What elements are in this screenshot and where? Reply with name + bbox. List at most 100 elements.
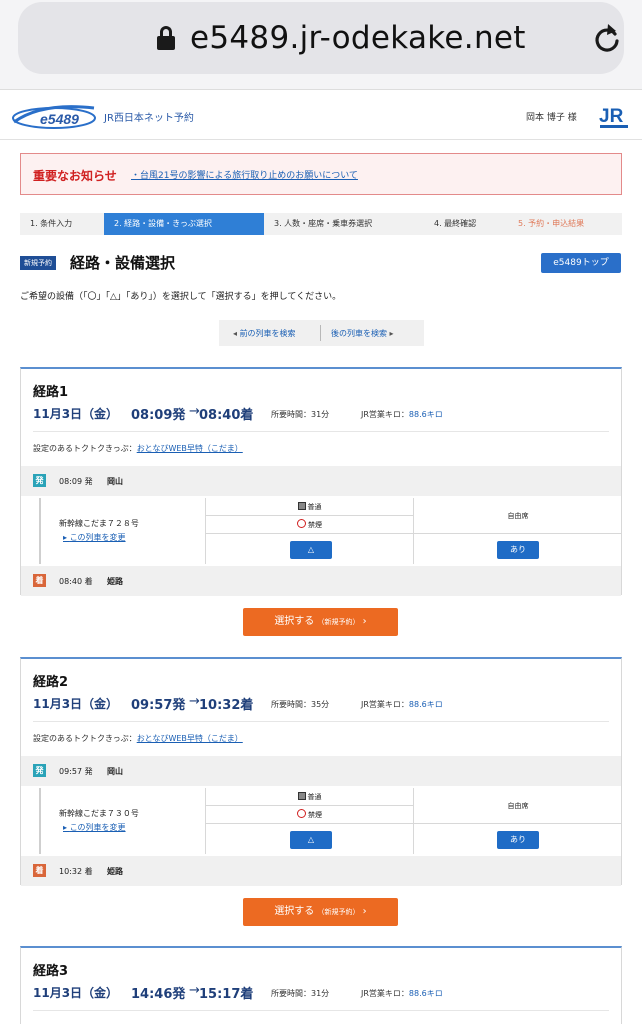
- divider: [33, 721, 609, 722]
- reserved-seat-cell: △: [206, 534, 414, 564]
- route-duration: 所要時間：31分: [271, 410, 330, 419]
- arrival-station: 姫路: [107, 867, 123, 876]
- departure-station-row: 発 08:09 発 岡山: [21, 466, 621, 496]
- route-card: 経路2 11月3日（金） 09:57発 → 10:32着 所要時間：35分 JR…: [20, 657, 622, 886]
- select-route-1-button[interactable]: 選択する （新規予約） ›: [243, 608, 398, 636]
- important-notice: 重要なお知らせ ・台風21号の影響による旅行取り止めのお願いについて: [20, 153, 622, 195]
- notice-link[interactable]: ・台風21号の影響による旅行取り止めのお願いについて: [131, 168, 358, 181]
- jr-logo[interactable]: JR: [598, 102, 630, 130]
- divider: [33, 1010, 609, 1011]
- no-smoking-icon: [297, 519, 306, 528]
- ordinary-car-icon: [297, 792, 306, 800]
- route-duration: 所要時間：31分: [271, 989, 330, 998]
- arrival-time: 10:32 着: [59, 867, 93, 876]
- route-arrival-time: 15:17着: [199, 987, 254, 1002]
- route-date: 11月3日（金）: [33, 407, 119, 421]
- route-name: 経路1: [33, 385, 69, 400]
- page-title: 経路・設備選択: [70, 254, 176, 272]
- step-route-select: 2. 経路・設備・きっぷ選択: [104, 213, 264, 235]
- non-reserved-label: 自由席: [414, 498, 622, 534]
- non-reserved-cell: あり: [414, 534, 622, 564]
- discount-ticket: 設定のあるトクトクきっぷ：おとなびWEB早特（こだま）: [33, 734, 243, 743]
- train-name: 新幹線こだま７２８号: [59, 519, 139, 528]
- svg-text:JR: JR: [599, 106, 624, 127]
- departure-station: 岡山: [107, 477, 123, 486]
- departure-station-row: 発 09:57 発 岡山: [21, 756, 621, 786]
- train-row: 新幹線こだま７３０号 ▸ この列車を変更 普通 禁煙 △ 自由席 あり: [21, 788, 622, 854]
- arrival-station: 姫路: [107, 577, 123, 586]
- route-line: [39, 498, 41, 564]
- lock-icon: [157, 26, 175, 50]
- instruction-text: ご希望の設備（「〇」「△」「あり」）を選択して「選択する」を押してください。: [20, 292, 342, 302]
- route-arrival-time: 08:40着: [199, 408, 254, 423]
- non-reserved-cell: あり: [414, 824, 622, 854]
- arrival-station-row: 着 08:40 着 姫路: [21, 566, 621, 596]
- ordinary-car-cell: 普通: [206, 498, 414, 516]
- seat-table: 普通 禁煙 △ 自由席 あり: [205, 498, 622, 564]
- departure-icon: 発: [33, 474, 46, 487]
- non-smoking-cell: 禁煙: [206, 516, 414, 534]
- route-card: 経路3 11月3日（金） 14:46発 → 15:17着 所要時間：31分 JR…: [20, 946, 622, 1024]
- route-name: 経路2: [33, 675, 69, 690]
- reserved-seat-cell: △: [206, 824, 414, 854]
- step-confirm: 4. 最終確認: [424, 213, 508, 235]
- reserved-seat-button[interactable]: △: [290, 541, 332, 559]
- route-line: [39, 788, 41, 854]
- route-km: JR営業キロ：88.6キロ: [361, 410, 443, 419]
- train-pager: ◂ 前の列車を検索 後の列車を検索 ▸: [219, 320, 424, 346]
- notice-title: 重要なお知らせ: [33, 169, 117, 183]
- departure-time: 09:57 発: [59, 767, 93, 776]
- e5489-top-button[interactable]: e5489トップ: [541, 253, 621, 273]
- browser-bar: e5489.jr-odekake.net: [0, 0, 642, 90]
- discount-ticket: 設定のあるトクトクきっぷ：おとなびWEB早特（こだま）: [33, 444, 243, 453]
- route-name: 経路3: [33, 964, 69, 979]
- brand-text: JR西日本ネット予約: [104, 113, 194, 124]
- discount-ticket-link[interactable]: おとなびWEB早特（こだま）: [137, 734, 243, 743]
- discount-ticket-link[interactable]: おとなびWEB早特（こだま）: [137, 444, 243, 453]
- new-reservation-badge: 新規予約: [20, 256, 56, 270]
- svg-text:e5489: e5489: [40, 111, 79, 127]
- change-train-link[interactable]: ▸ この列車を変更: [63, 822, 126, 833]
- route-duration: 所要時間：35分: [271, 700, 330, 709]
- address-bar[interactable]: e5489.jr-odekake.net: [18, 2, 624, 74]
- e5489-logo[interactable]: e5489: [12, 100, 96, 130]
- arrival-station-row: 着 10:32 着 姫路: [21, 856, 621, 886]
- divider: [33, 431, 609, 432]
- reserved-seat-button[interactable]: △: [290, 831, 332, 849]
- step-seat-select: 3. 人数・座席・乗車券選択: [264, 213, 424, 235]
- route-departure-time: 09:57発: [131, 698, 186, 713]
- ordinary-car-icon: [297, 502, 306, 510]
- pager-divider: [320, 325, 321, 341]
- route-departure-time: 14:46発: [131, 987, 186, 1002]
- reload-icon[interactable]: [592, 22, 622, 54]
- route-km: JR営業キロ：88.6キロ: [361, 700, 443, 709]
- departure-icon: 発: [33, 764, 46, 777]
- route-arrival-time: 10:32着: [199, 698, 254, 713]
- non-smoking-cell: 禁煙: [206, 806, 414, 824]
- next-train-link[interactable]: 後の列車を検索 ▸: [331, 328, 394, 339]
- seat-table: 普通 禁煙 △ 自由席 あり: [205, 788, 622, 854]
- non-reserved-seat-button[interactable]: あり: [497, 541, 539, 559]
- select-route-2-button[interactable]: 選択する （新規予約） ›: [243, 898, 398, 926]
- non-reserved-label: 自由席: [414, 788, 622, 824]
- route-date: 11月3日（金）: [33, 986, 119, 1000]
- non-reserved-seat-button[interactable]: あり: [497, 831, 539, 849]
- change-train-link[interactable]: ▸ この列車を変更: [63, 532, 126, 543]
- ordinary-car-cell: 普通: [206, 788, 414, 806]
- url-text[interactable]: e5489.jr-odekake.net: [190, 20, 526, 56]
- route-card: 経路1 11月3日（金） 08:09発 → 08:40着 所要時間：31分 JR…: [20, 367, 622, 596]
- arrival-icon: 着: [33, 864, 46, 877]
- step-result: 5. 予約・申込結果: [508, 213, 622, 235]
- route-date: 11月3日（金）: [33, 697, 119, 711]
- departure-station: 岡山: [107, 767, 123, 776]
- train-name: 新幹線こだま７３０号: [59, 809, 139, 818]
- arrival-icon: 着: [33, 574, 46, 587]
- site-header: e5489 JR西日本ネット予約 岡本 博子 様 JR: [0, 92, 642, 140]
- prev-train-link[interactable]: ◂ 前の列車を検索: [233, 328, 296, 339]
- step-condition: 1. 条件入力: [20, 213, 104, 235]
- train-row: 新幹線こだま７２８号 ▸ この列車を変更 普通 禁煙 △ 自由席 あり: [21, 498, 622, 564]
- arrival-time: 08:40 着: [59, 577, 93, 586]
- route-km: JR営業キロ：88.6キロ: [361, 989, 443, 998]
- progress-steps: 1. 条件入力 2. 経路・設備・きっぷ選択 3. 人数・座席・乗車券選択 4.…: [20, 213, 622, 235]
- no-smoking-icon: [297, 809, 306, 818]
